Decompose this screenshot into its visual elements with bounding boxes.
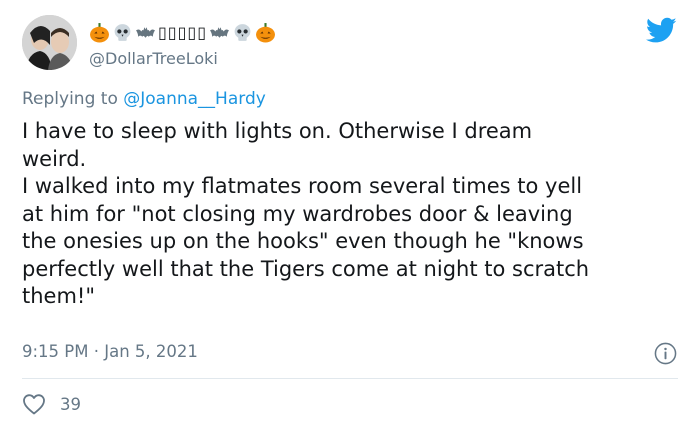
bat-icon <box>210 26 229 38</box>
replying-to-prefix: Replying to <box>22 89 124 109</box>
user-handle[interactable]: @DollarTreeLoki <box>89 49 218 68</box>
info-icon[interactable] <box>654 342 677 365</box>
twitter-bird-icon[interactable] <box>646 17 677 44</box>
like-button[interactable]: 39 <box>22 393 81 415</box>
heart-icon <box>23 394 45 415</box>
tweet-timestamp[interactable]: 9:15 PM · Jan 5, 2021 <box>22 342 198 361</box>
skull-icon <box>234 23 251 41</box>
divider <box>22 378 678 379</box>
replying-to-line: Replying to @Joanna__Hardy <box>22 89 266 109</box>
pumpkin-icon <box>90 22 109 42</box>
bat-icon <box>136 26 155 38</box>
tweet-text: I have to sleep with lights on. Otherwis… <box>22 119 590 308</box>
pumpkin-icon <box>256 22 275 42</box>
like-count: 39 <box>60 394 81 414</box>
tweet-card: ▯▯▯▯▯ @DollarTreeLoki Replying to @Joann… <box>0 0 700 433</box>
skull-icon <box>114 23 131 41</box>
display-name[interactable]: ▯▯▯▯▯ <box>89 20 276 44</box>
display-name-text: ▯▯▯▯▯ <box>158 22 208 42</box>
replying-to-link[interactable]: @Joanna__Hardy <box>123 89 266 109</box>
avatar[interactable] <box>22 15 77 70</box>
